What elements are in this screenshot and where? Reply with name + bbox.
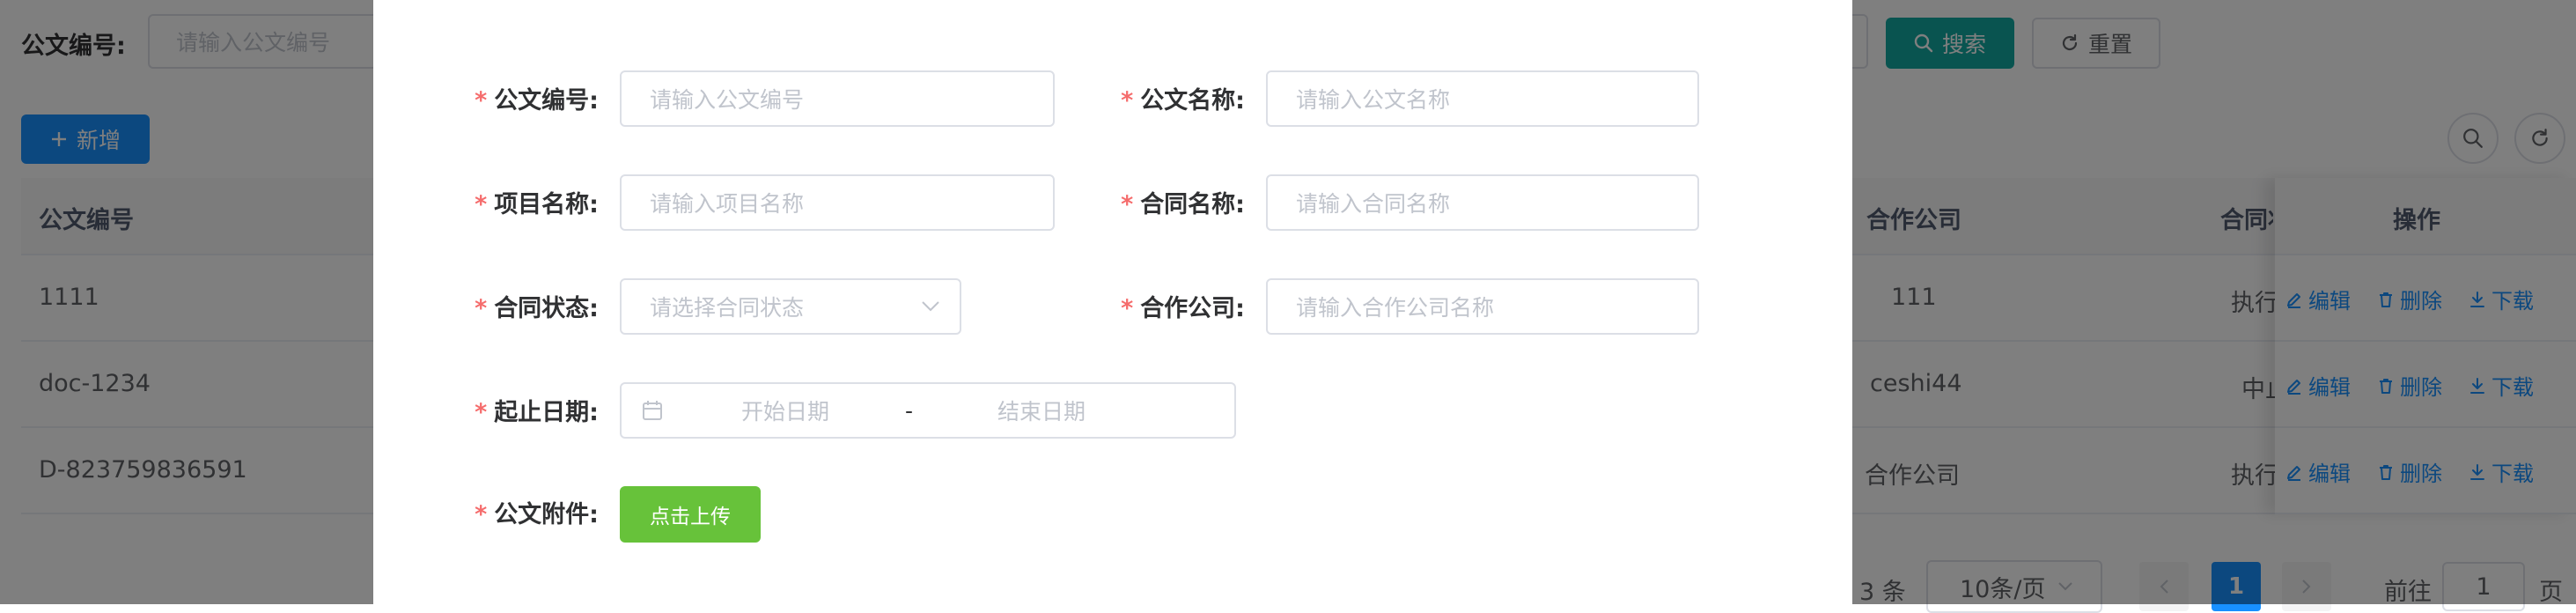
contract-name-placeholder: 请输入合同名称 [1296, 191, 1451, 217]
contract-name-form-label: * 合同名称: [1060, 185, 1245, 219]
required-mark: * [1121, 295, 1134, 322]
contract-status-select[interactable]: 请选择合同状态 [620, 278, 961, 335]
date-range-picker[interactable]: 开始日期 - 结束日期 [620, 382, 1236, 439]
calendar-icon [641, 399, 664, 422]
partner-form-label: * 合作公司: [1060, 289, 1245, 323]
required-mark: * [1121, 87, 1134, 114]
required-mark: * [475, 399, 488, 426]
required-mark: * [475, 295, 488, 322]
project-name-form-label: * 项目名称: [373, 185, 599, 219]
add-document-dialog: * 公文编号: 请输入公文编号 * 公文名称: 请输入公文名称 * 项目名称: 请输入… [373, 0, 1852, 604]
contract-status-placeholder: 请选择合同状态 [650, 295, 805, 321]
project-name-label-text: 项目名称: [494, 191, 599, 218]
required-mark: * [475, 191, 488, 218]
attachment-label-text: 公文附件: [494, 501, 599, 528]
date-range-separator: - [905, 397, 914, 424]
partner-input[interactable]: 请输入合作公司名称 [1266, 278, 1699, 335]
doc-no-input[interactable]: 请输入公文编号 [620, 70, 1055, 127]
start-date-placeholder[interactable]: 开始日期 [741, 395, 829, 426]
doc-name-input[interactable]: 请输入公文名称 [1266, 70, 1699, 127]
doc-no-form-label: * 公文编号: [373, 81, 599, 115]
upload-button[interactable]: 点击上传 [620, 486, 761, 543]
chevron-down-icon [921, 300, 940, 313]
doc-name-label-text: 公文名称: [1140, 87, 1245, 114]
doc-name-form-label: * 公文名称: [1060, 81, 1245, 115]
date-range-form-label: * 起止日期: [373, 393, 599, 427]
required-mark: * [475, 87, 488, 114]
required-mark: * [1121, 191, 1134, 218]
doc-name-placeholder: 请输入公文名称 [1296, 87, 1451, 113]
date-range-label-text: 起止日期: [494, 399, 599, 426]
contract-status-form-label: * 合同状态: [373, 289, 599, 323]
project-name-input[interactable]: 请输入项目名称 [620, 174, 1055, 231]
required-mark: * [475, 501, 488, 528]
project-name-placeholder: 请输入项目名称 [650, 191, 805, 217]
doc-no-placeholder: 请输入公文编号 [650, 87, 805, 113]
contract-name-label-text: 合同名称: [1140, 191, 1245, 218]
partner-placeholder: 请输入合作公司名称 [1296, 295, 1495, 321]
attachment-form-label: * 公文附件: [373, 495, 599, 529]
contract-name-input[interactable]: 请输入合同名称 [1266, 174, 1699, 231]
end-date-placeholder[interactable]: 结束日期 [997, 395, 1086, 426]
partner-label-text: 合作公司: [1140, 295, 1245, 322]
contract-status-label-text: 合同状态: [494, 295, 599, 322]
doc-no-label-text: 公文编号: [494, 87, 599, 114]
